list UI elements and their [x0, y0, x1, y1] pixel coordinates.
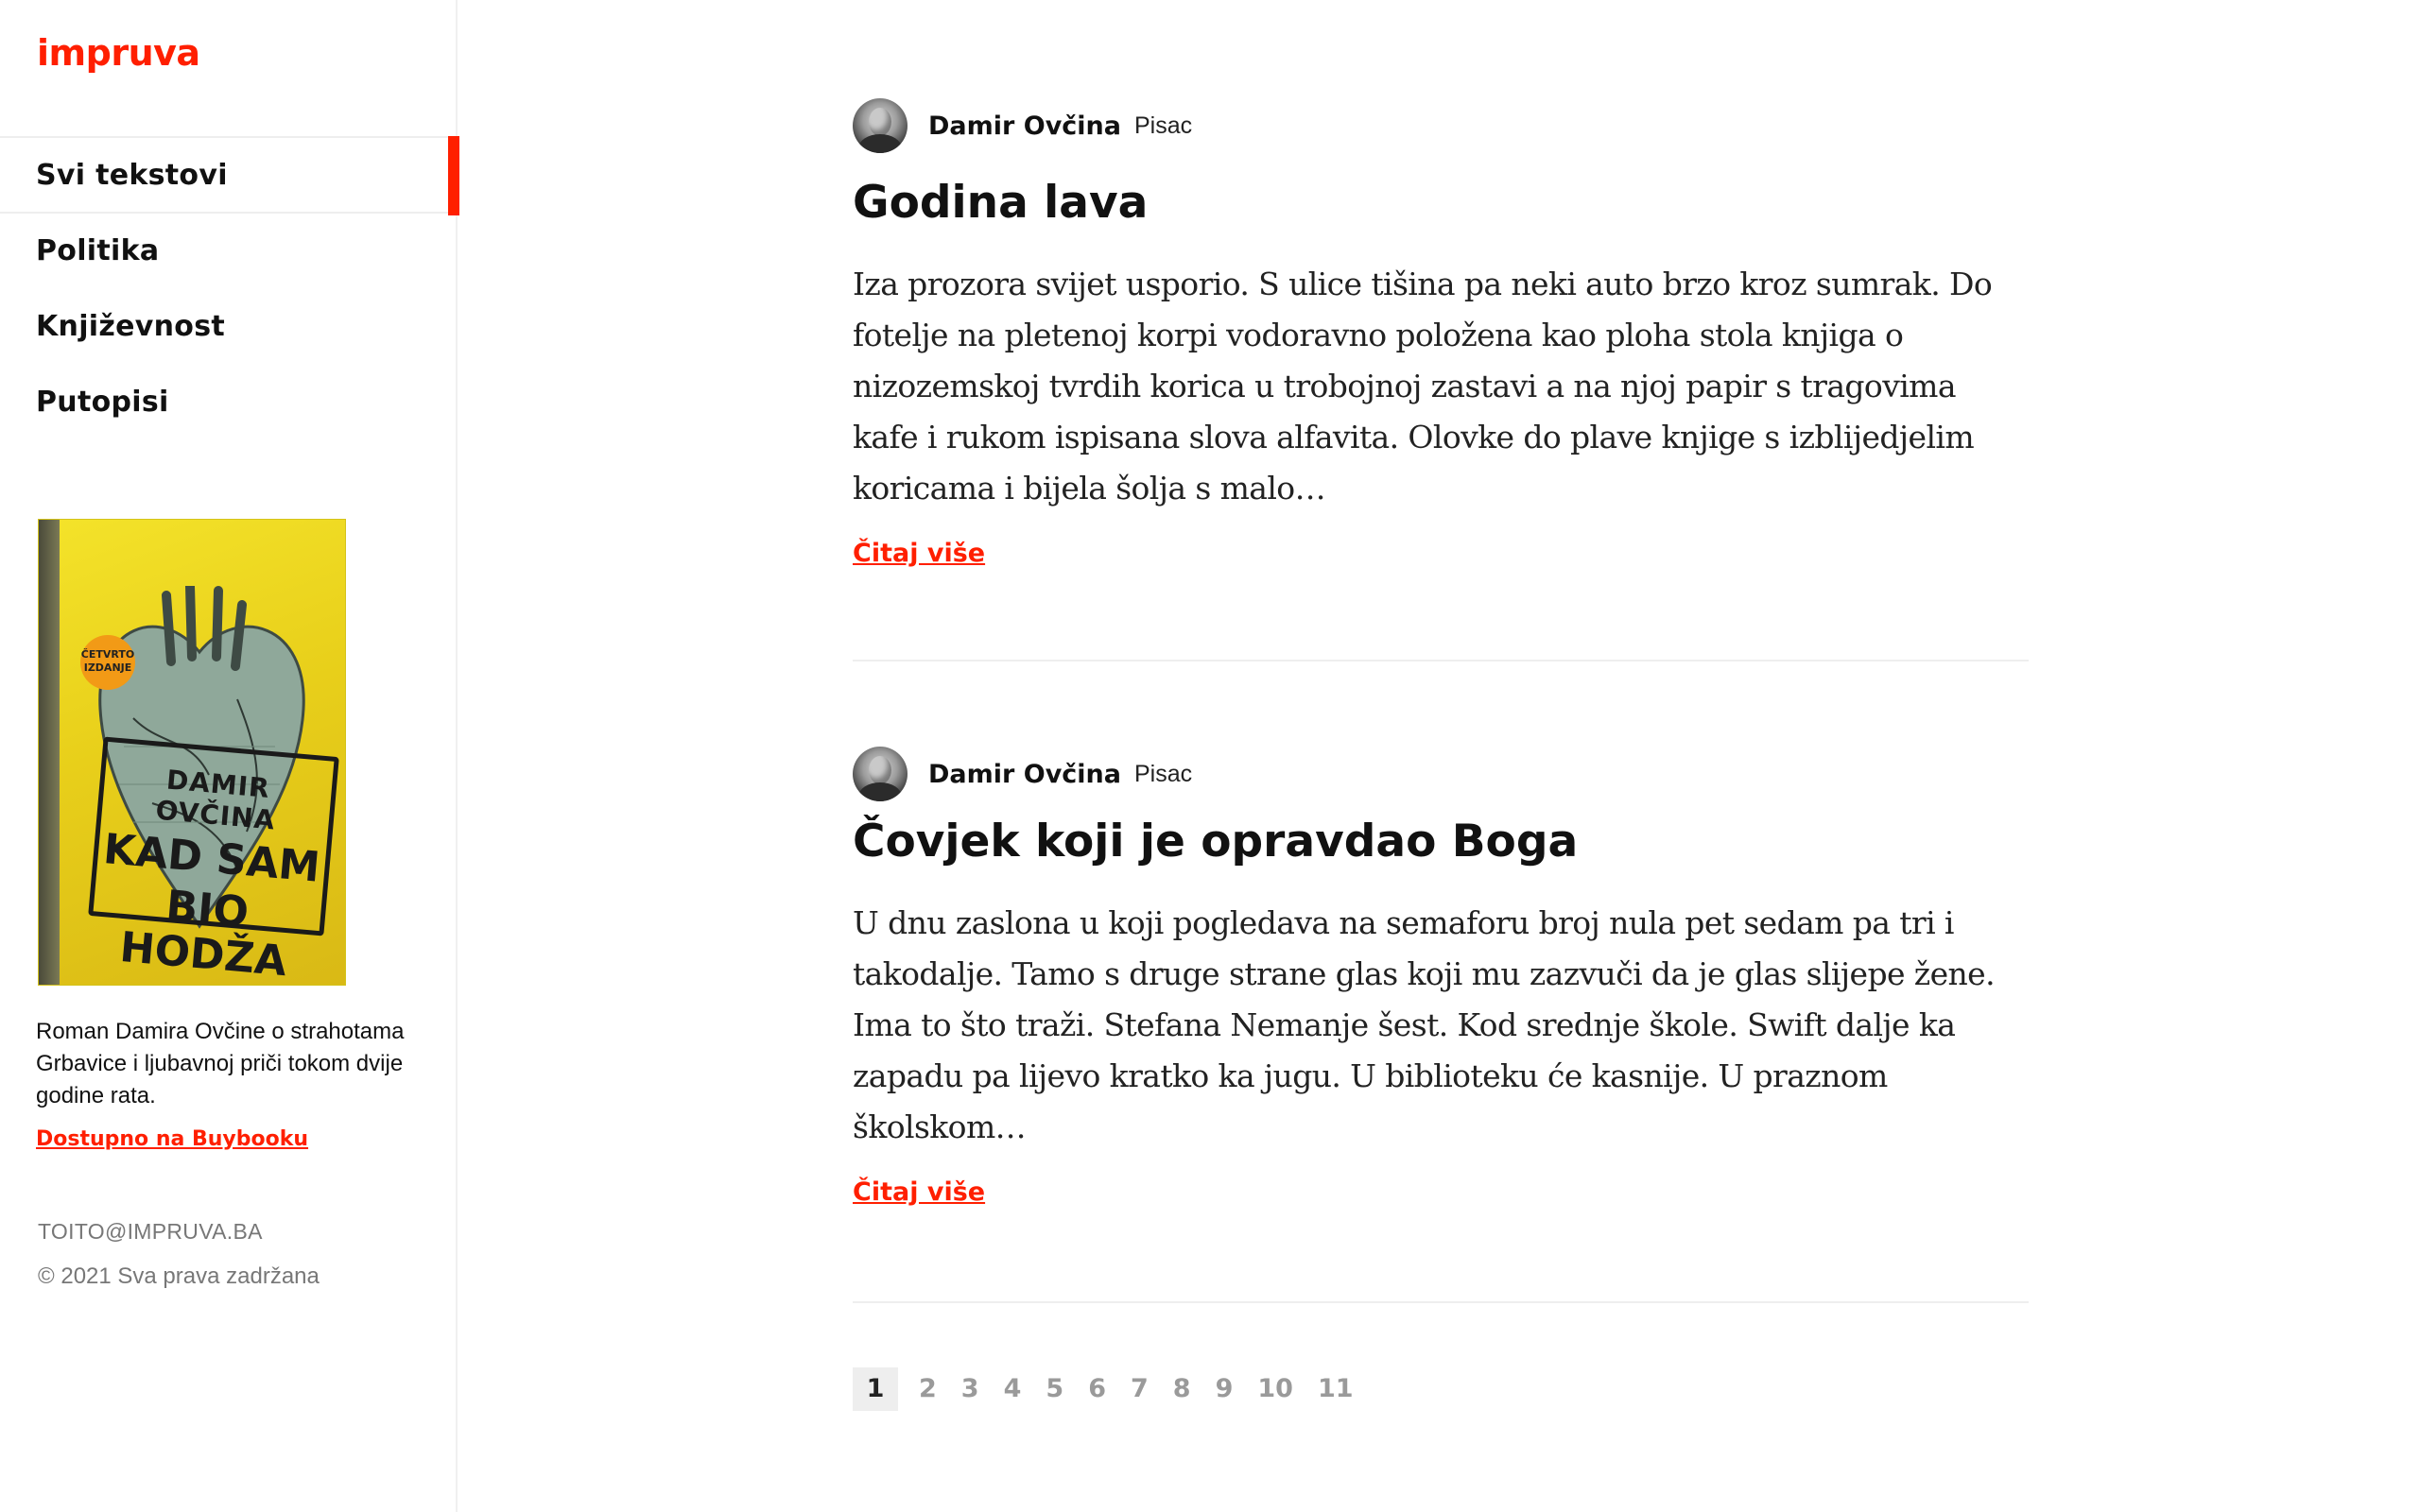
post-card: Damir Ovčina Pisac Godina lava Iza prozo… — [853, 98, 2029, 568]
read-more-link[interactable]: Čitaj više — [853, 1177, 985, 1207]
page-3[interactable]: 3 — [961, 1367, 979, 1411]
page-6[interactable]: 6 — [1088, 1367, 1106, 1411]
page-1-current[interactable]: 1 — [853, 1367, 898, 1411]
page-4[interactable]: 4 — [1004, 1367, 1022, 1411]
author-avatar[interactable] — [853, 747, 908, 801]
page-8[interactable]: 8 — [1173, 1367, 1191, 1411]
page-10[interactable]: 10 — [1257, 1367, 1293, 1411]
copyright-text: © 2021 Sva prava zadržana — [38, 1263, 320, 1289]
page-2[interactable]: 2 — [919, 1367, 937, 1411]
nav-item-putopisi[interactable]: Putopisi — [0, 365, 458, 440]
author-role: Pisac — [1134, 112, 1193, 139]
post-divider — [853, 1301, 2029, 1303]
post-title[interactable]: Godina lava — [853, 172, 2029, 234]
page-9[interactable]: 9 — [1216, 1367, 1234, 1411]
post-author-row: Damir Ovčina Pisac — [853, 98, 2029, 153]
sidebar: impruva Svi tekstovi Politika Književnos… — [0, 0, 459, 1512]
author-avatar[interactable] — [853, 98, 908, 153]
post-divider — [853, 660, 2029, 662]
post-excerpt: U dnu zaslona u koji pogledava na semafo… — [853, 904, 1996, 1145]
book-spine — [39, 520, 60, 985]
author-name[interactable]: Damir Ovčina — [928, 112, 1121, 141]
buybook-link[interactable]: Dostupno na Buybooku — [36, 1127, 308, 1151]
pagination: 1 2 3 4 5 6 7 8 9 10 11 — [853, 1367, 1378, 1411]
book-description: Roman Damira Ovčine o strahotama Grbavic… — [36, 1019, 405, 1108]
main-nav: Svi tekstovi Politika Književnost Putopi… — [0, 136, 459, 440]
nav-item-svi-tekstovi[interactable]: Svi tekstovi — [0, 136, 459, 215]
edition-badge: ČETVRTO IZDANJE — [80, 635, 135, 690]
cover-title-box: DAMIR OVČINA KAD SAM BIO HODŽA — [88, 736, 339, 985]
book-cover-image[interactable]: ČETVRTO IZDANJE DAMIR OVČINA KAD SAM BIO… — [38, 519, 346, 986]
author-role: Pisac — [1134, 760, 1193, 787]
page-5[interactable]: 5 — [1046, 1367, 1063, 1411]
contact-email[interactable]: TOITO@IMPRUVA.BA — [38, 1219, 263, 1245]
read-more-link[interactable]: Čitaj više — [853, 539, 985, 568]
nav-item-politika[interactable]: Politika — [0, 214, 458, 289]
site-logo[interactable]: impruva — [37, 28, 200, 77]
nav-item-knjizevnost[interactable]: Književnost — [0, 289, 458, 365]
page-11[interactable]: 11 — [1318, 1367, 1354, 1411]
post-author-row: Damir Ovčina Pisac — [853, 747, 2029, 801]
post-excerpt: Iza prozora svijet usporio. S ulice tiši… — [853, 266, 1993, 507]
author-name[interactable]: Damir Ovčina — [928, 760, 1121, 789]
cover-title-line-2: BIO HODŽA — [117, 881, 289, 986]
page-7[interactable]: 7 — [1131, 1367, 1149, 1411]
post-card: Damir Ovčina Pisac Čovjek koji je opravd… — [853, 747, 2029, 1207]
post-title[interactable]: Čovjek koji je opravdao Boga — [853, 811, 2029, 873]
